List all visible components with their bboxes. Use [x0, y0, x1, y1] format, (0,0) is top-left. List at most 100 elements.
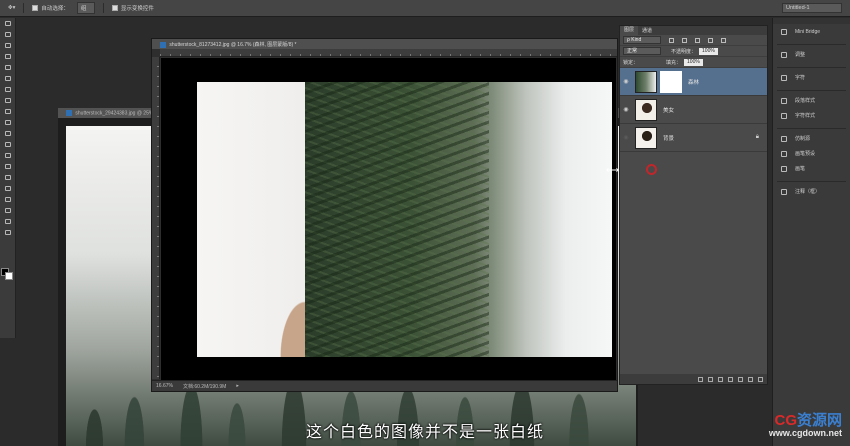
tab-layers[interactable]: 图层	[620, 26, 639, 35]
status-bar: 16.67% 文档:60.2M/190.9M ▸	[152, 380, 617, 391]
add-mask-icon[interactable]	[718, 376, 723, 382]
ps-document-icon	[66, 110, 72, 116]
show-transform-checkbox[interactable]: 显示变换控件	[111, 4, 154, 12]
layer-mask-thumbnail[interactable]	[660, 70, 682, 93]
filter-kind-dropdown[interactable]: ρ Kind	[623, 36, 661, 44]
tab-channels[interactable]: 通道	[638, 27, 656, 34]
photoshop-window: ✥▾ 自动选择： 组 显示变换控件 Untitled-1 shutterstoc…	[0, 0, 850, 446]
horizontal-ruler[interactable]	[160, 49, 617, 57]
visibility-eye-icon[interactable]: ◉	[620, 134, 632, 141]
dock-item-character-styles[interactable]: 字符样式	[773, 108, 850, 123]
document-tab-front[interactable]: shutterstock_81273412.jpg @ 16.7% (森林, 图…	[152, 39, 617, 49]
new-group-icon[interactable]	[738, 376, 743, 382]
document-tab-title: shutterstock_81273412.jpg @ 16.7% (森林, 图…	[169, 42, 297, 48]
hand-tool-icon[interactable]	[0, 216, 16, 227]
background-color-swatch[interactable]	[5, 272, 13, 280]
pen-tool-icon[interactable]	[0, 172, 16, 183]
dock-item-brush-presets[interactable]: 画笔预设	[773, 146, 850, 161]
layer-thumbnail	[635, 126, 657, 149]
eyedropper-tool-icon[interactable]	[0, 73, 16, 84]
eraser-tool-icon[interactable]	[0, 128, 16, 139]
filter-smart-icon[interactable]	[721, 37, 726, 43]
layer-name[interactable]: 背景	[663, 134, 674, 142]
lock-fill-row: 锁定： 填充： 100%	[620, 57, 767, 68]
fx-icon[interactable]	[708, 376, 713, 382]
auto-select-dropdown[interactable]: 组	[76, 2, 95, 14]
brush-tool-icon[interactable]	[0, 95, 16, 106]
stamp-tool-icon[interactable]	[0, 106, 16, 117]
watermark: CG资源网 www.cgdown.net	[769, 413, 842, 438]
new-layer-icon[interactable]	[748, 376, 753, 382]
options-bar: ✥▾ 自动选择： 组 显示变换控件 Untitled-1	[0, 0, 850, 17]
blend-mode-dropdown[interactable]: 正常	[623, 47, 661, 55]
layer-row-person[interactable]: ◉ 美女	[620, 96, 767, 124]
type-tool-icon[interactable]	[0, 183, 16, 194]
gradient-tool-icon[interactable]	[0, 139, 16, 150]
dodge-tool-icon[interactable]	[0, 161, 16, 172]
layer-row-forest[interactable]: ◉ 森林	[620, 68, 767, 96]
marquee-tool-icon[interactable]	[0, 29, 16, 40]
link-icon[interactable]	[698, 376, 703, 382]
cursor-highlight-ring	[646, 164, 657, 175]
shape-tool-icon[interactable]	[0, 205, 16, 216]
layer-name[interactable]: 森林	[688, 78, 699, 86]
filter-pixel-icon[interactable]	[669, 37, 674, 43]
visibility-eye-icon[interactable]: ◉	[620, 106, 632, 113]
layers-panel-tabs: 图层 通道	[620, 26, 767, 35]
layers-panel-footer	[620, 374, 767, 384]
panel-dock: Mini Bridge 调整 字符 段落样式 字符样式 仿制源 画笔预设 画笔 …	[772, 18, 850, 446]
lock-label: 锁定：	[623, 59, 639, 66]
move-tool-preset-icon[interactable]: ✥▾	[8, 5, 15, 11]
checkbox-icon	[32, 5, 39, 11]
crop-tool-icon[interactable]	[0, 62, 16, 73]
workspace-dropdown[interactable]: Untitled-1	[782, 3, 842, 13]
zoom-tool-icon[interactable]	[0, 227, 16, 238]
quick-select-tool-icon[interactable]	[0, 51, 16, 62]
healing-tool-icon[interactable]	[0, 84, 16, 95]
filter-type-icon[interactable]	[695, 37, 700, 43]
shoulder-area	[261, 253, 305, 357]
character-icon	[781, 74, 787, 81]
dock-item-character[interactable]: 字符	[773, 70, 850, 85]
layer-filter-row: ρ Kind	[620, 35, 767, 46]
auto-select-checkbox[interactable]: 自动选择：	[32, 4, 69, 12]
filter-adjust-icon[interactable]	[682, 37, 687, 43]
brush-icon	[781, 165, 787, 172]
visibility-eye-icon[interactable]: ◉	[620, 78, 632, 85]
dock-item-mini-bridge[interactable]: Mini Bridge	[773, 24, 850, 39]
layer-thumbnail	[635, 98, 657, 121]
adjustment-layer-icon[interactable]	[728, 376, 733, 382]
dock-item-paragraph-styles[interactable]: 段落样式	[773, 93, 850, 108]
adjustments-icon	[781, 51, 787, 58]
blur-tool-icon[interactable]	[0, 150, 16, 161]
dock-item-clone-source[interactable]: 仿制源	[773, 131, 850, 146]
filter-shape-icon[interactable]	[708, 37, 713, 43]
layer-row-background[interactable]: ◉ 背景 🔒︎	[620, 124, 767, 152]
dock-item-adjustments[interactable]: 调整	[773, 47, 850, 62]
video-subtitle: 这个白色的图像并不是一张白纸	[305, 422, 544, 441]
layer-name[interactable]: 美女	[663, 106, 674, 114]
opacity-label: 不透明度：	[671, 48, 697, 55]
opacity-input[interactable]: 100%	[699, 47, 718, 55]
mini-bridge-icon	[781, 28, 787, 35]
notes-icon	[781, 188, 787, 195]
document-canvas[interactable]	[161, 58, 616, 381]
auto-select-label: 自动选择：	[41, 6, 69, 12]
watermark-url: www.cgdown.net	[768, 428, 842, 438]
status-menu-arrow-icon[interactable]: ▸	[236, 383, 239, 389]
zoom-level[interactable]: 16.67%	[156, 383, 173, 389]
vertical-ruler[interactable]	[152, 57, 160, 379]
trash-icon[interactable]	[758, 376, 763, 382]
dock-item-notes[interactable]: 注释（框）	[773, 184, 850, 199]
blend-opacity-row: 正常 不透明度： 100%	[620, 46, 767, 57]
dock-item-brush[interactable]: 画笔	[773, 161, 850, 176]
paragraph-styles-icon	[781, 97, 787, 104]
forest-layer-area	[305, 82, 612, 357]
path-select-tool-icon[interactable]	[0, 194, 16, 205]
auto-select-value: 组	[76, 2, 95, 14]
lasso-tool-icon[interactable]	[0, 40, 16, 51]
history-brush-tool-icon[interactable]	[0, 117, 16, 128]
fill-input[interactable]: 100%	[684, 58, 703, 66]
document-window-front[interactable]: shutterstock_81273412.jpg @ 16.7% (森林, 图…	[151, 38, 618, 392]
move-tool-icon[interactable]	[0, 18, 16, 29]
